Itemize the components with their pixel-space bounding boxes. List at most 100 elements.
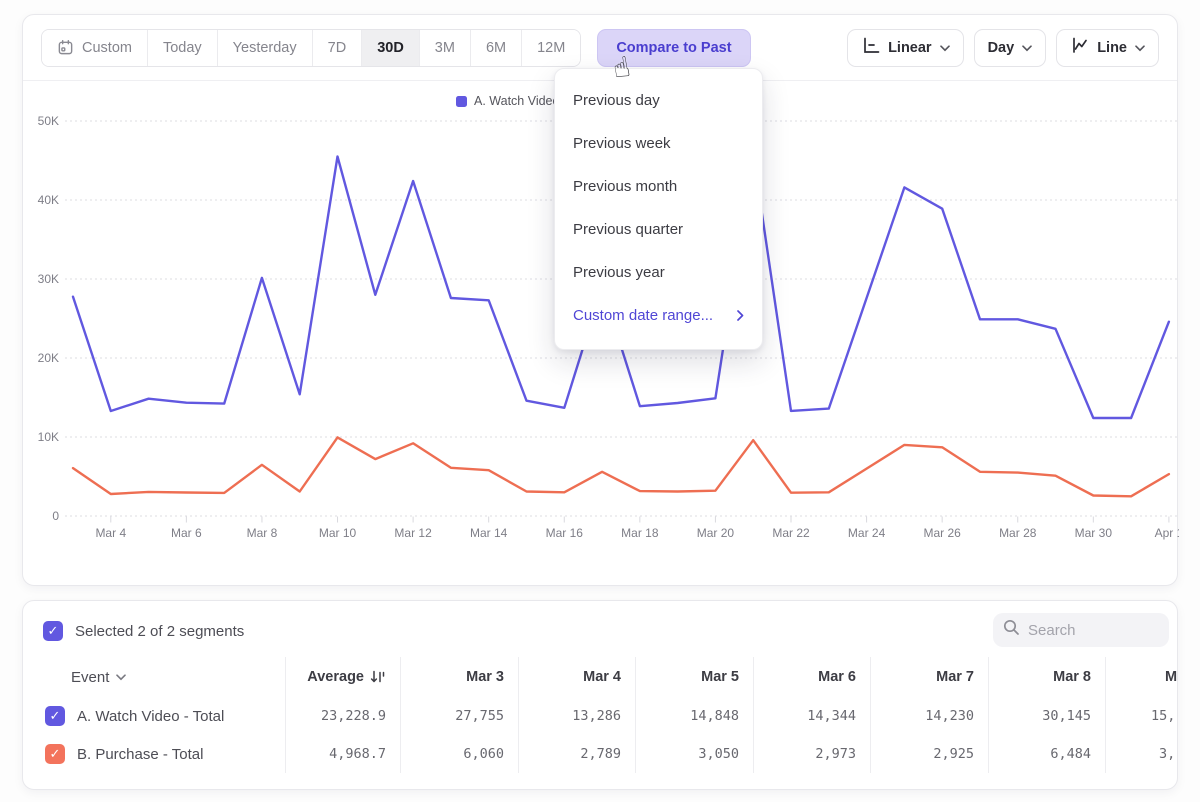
- column-header-mar-7[interactable]: Mar 7: [871, 657, 989, 697]
- calendar-icon: [57, 39, 74, 56]
- range-button-12m[interactable]: 12M: [522, 30, 580, 66]
- x-axis-tick-label: Mar 20: [697, 526, 735, 540]
- segments-header-row: ✓ Selected 2 of 2 segments: [43, 611, 1169, 651]
- menu-item-custom-date-range[interactable]: Custom date range...: [555, 294, 762, 337]
- compare-to-past-button[interactable]: Compare to Past: [597, 29, 750, 67]
- event-header-label: Event: [71, 669, 109, 686]
- date-range-segmented-control: Custom Today Yesterday 7D 30D 3M 6M 12M: [41, 29, 581, 67]
- cell-mar-8: 30,145: [989, 697, 1106, 735]
- menu-item-label: Custom date range...: [573, 307, 713, 324]
- scale-dropdown-label: Linear: [888, 40, 932, 56]
- y-axis-tick-label: 0: [52, 509, 59, 523]
- row-checkbox-a-watch-video-total[interactable]: ✓: [45, 706, 65, 726]
- day-header-label: Mar 5: [701, 669, 739, 685]
- cell-mar-7: 14,230: [871, 697, 989, 735]
- chevron-down-icon: [1135, 40, 1145, 56]
- y-axis-tick-label: 30K: [38, 272, 59, 286]
- search-icon: [1003, 619, 1020, 641]
- y-axis-tick-label: 10K: [38, 430, 59, 444]
- day-header-label: Mar 3: [466, 669, 504, 685]
- day-header-label: Mar 8: [1053, 669, 1091, 685]
- range-button-custom[interactable]: Custom: [42, 30, 148, 66]
- chart-type-dropdown[interactable]: Line: [1056, 29, 1159, 67]
- range-label-30d: 30D: [377, 40, 404, 56]
- column-header-mar-5[interactable]: Mar 5: [636, 657, 754, 697]
- chart-type-dropdown-label: Line: [1097, 40, 1127, 56]
- cell-mar-9: 15,: [1106, 697, 1178, 735]
- compare-to-past-menu: Previous day Previous week Previous month P…: [554, 68, 763, 350]
- column-header-mar-9[interactable]: Mar 9: [1106, 657, 1178, 697]
- range-button-6m[interactable]: 6M: [471, 30, 522, 66]
- cell-average: 23,228.9: [286, 697, 401, 735]
- x-axis-tick-label: Mar 24: [848, 526, 886, 540]
- cell-mar-4: 13,286: [519, 697, 636, 735]
- cell-mar-5: 3,050: [636, 735, 754, 773]
- cell-mar-6: 2,973: [754, 735, 871, 773]
- scale-dropdown[interactable]: Linear: [847, 29, 964, 67]
- chevron-down-icon: [940, 40, 950, 56]
- interval-dropdown[interactable]: Day: [974, 29, 1047, 67]
- row-checkbox-b-purchase-total[interactable]: ✓: [45, 744, 65, 764]
- menu-item-label: Previous year: [573, 264, 665, 281]
- column-header-average[interactable]: Average: [286, 657, 401, 697]
- menu-item-label: Previous week: [573, 135, 671, 152]
- range-label-6m: 6M: [486, 40, 506, 56]
- line-chart-icon: [1070, 37, 1089, 58]
- cell-mar-5: 14,848: [636, 697, 754, 735]
- range-label-today: Today: [163, 40, 202, 56]
- range-label-custom: Custom: [82, 40, 132, 56]
- x-axis-tick-label: Mar 10: [319, 526, 357, 540]
- range-label-3m: 3M: [435, 40, 455, 56]
- menu-item-previous-year[interactable]: Previous year: [555, 251, 762, 294]
- range-button-7d[interactable]: 7D: [313, 30, 363, 66]
- interval-dropdown-label: Day: [988, 40, 1015, 56]
- x-axis-tick-label: Mar 12: [394, 526, 432, 540]
- range-label-yesterday: Yesterday: [233, 40, 297, 56]
- menu-item-previous-day[interactable]: Previous day: [555, 79, 762, 122]
- series-line-b-purchase-total: [73, 437, 1169, 496]
- range-button-3m[interactable]: 3M: [420, 30, 471, 66]
- menu-item-label: Previous quarter: [573, 221, 683, 238]
- day-header-label: Mar 4: [583, 669, 621, 685]
- x-axis-tick-label: Mar 4: [95, 526, 126, 540]
- x-axis-tick-label: Mar 6: [171, 526, 202, 540]
- menu-item-previous-quarter[interactable]: Previous quarter: [555, 208, 762, 251]
- chevron-right-icon: [737, 310, 744, 321]
- range-button-yesterday[interactable]: Yesterday: [218, 30, 313, 66]
- average-header-label: Average: [307, 669, 364, 685]
- x-axis-tick-label: Mar 26: [923, 526, 961, 540]
- cell-mar-7: 2,925: [871, 735, 989, 773]
- cell-mar-3: 27,755: [401, 697, 519, 735]
- range-button-30d[interactable]: 30D: [362, 30, 420, 66]
- menu-item-label: Previous month: [573, 178, 677, 195]
- x-axis-tick-label: Mar 28: [999, 526, 1037, 540]
- y-axis-tick-label: 40K: [38, 193, 59, 207]
- range-label-12m: 12M: [537, 40, 565, 56]
- search-box[interactable]: [993, 613, 1169, 647]
- cell-mar-9: 3,: [1106, 735, 1178, 773]
- column-header-mar-6[interactable]: Mar 6: [754, 657, 871, 697]
- y-axis-tick-label: 20K: [38, 351, 59, 365]
- menu-item-previous-week[interactable]: Previous week: [555, 122, 762, 165]
- y-axis-tick-label: 50K: [38, 114, 59, 128]
- x-axis-tick-label: Mar 16: [546, 526, 584, 540]
- search-input[interactable]: [1028, 622, 1148, 639]
- range-button-today[interactable]: Today: [148, 30, 218, 66]
- x-axis-tick-label: Mar 22: [772, 526, 810, 540]
- chart-card: Custom Today Yesterday 7D 30D 3M 6M 12M Compare…: [22, 14, 1178, 586]
- column-header-event[interactable]: Event: [23, 657, 286, 697]
- cell-mar-3: 6,060: [401, 735, 519, 773]
- linear-scale-icon: [861, 37, 880, 58]
- column-header-mar-4[interactable]: Mar 4: [519, 657, 636, 697]
- cell-mar-6: 14,344: [754, 697, 871, 735]
- select-all-checkbox[interactable]: ✓: [43, 621, 63, 641]
- x-axis-tick-label: Mar 8: [247, 526, 278, 540]
- day-header-label: Mar 7: [936, 669, 974, 685]
- table-row-event-b-purchase-total: ✓B. Purchase - Total: [23, 735, 286, 773]
- compare-to-past-label: Compare to Past: [616, 40, 731, 56]
- column-header-mar-8[interactable]: Mar 8: [989, 657, 1106, 697]
- x-axis-tick-label: Mar 18: [621, 526, 659, 540]
- menu-item-previous-month[interactable]: Previous month: [555, 165, 762, 208]
- cell-mar-4: 2,789: [519, 735, 636, 773]
- column-header-mar-3[interactable]: Mar 3: [401, 657, 519, 697]
